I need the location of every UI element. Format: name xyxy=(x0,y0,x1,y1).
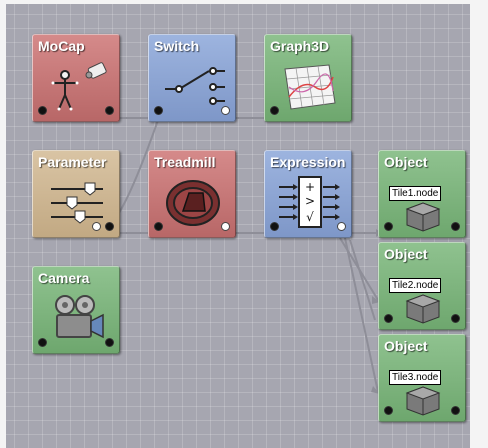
node-title: Object xyxy=(384,338,428,354)
cube-icon xyxy=(405,294,441,324)
output-port[interactable] xyxy=(451,222,460,231)
3d-graph-icon xyxy=(284,64,336,110)
svg-text:+: + xyxy=(305,180,315,194)
node-title: Camera xyxy=(38,270,90,286)
node-title: Expression xyxy=(270,154,346,170)
cube-icon xyxy=(405,386,441,416)
input-port[interactable] xyxy=(154,106,163,115)
node-camera[interactable]: Camera xyxy=(32,266,120,354)
output-port[interactable] xyxy=(105,338,114,347)
input-port[interactable] xyxy=(270,106,279,115)
svg-text:>: > xyxy=(305,194,315,208)
output-port[interactable] xyxy=(337,222,346,231)
output-port[interactable] xyxy=(451,314,460,323)
input-port[interactable] xyxy=(38,338,47,347)
expression-operator-icon: + > √ xyxy=(279,176,340,228)
node-title: Switch xyxy=(154,38,200,54)
node-object-3[interactable]: Object Tile3.node xyxy=(378,334,466,422)
node-title: Parameter xyxy=(38,154,107,170)
node-treadmill[interactable]: Treadmill xyxy=(148,150,236,238)
node-mocap[interactable]: MoCap xyxy=(32,34,120,122)
output-port[interactable] xyxy=(451,406,460,415)
output-port[interactable] xyxy=(105,222,114,231)
input-port[interactable] xyxy=(384,406,393,415)
input-port[interactable] xyxy=(270,222,279,231)
output-port[interactable] xyxy=(105,106,114,115)
node-object-2[interactable]: Object Tile2.node xyxy=(378,242,466,330)
node-graph-canvas[interactable]: MoCap Switch Graph3D Parameter Treadmill… xyxy=(0,0,488,448)
node-object-1[interactable]: Object Tile1.node xyxy=(378,150,466,238)
node-graph3d[interactable]: Graph3D xyxy=(264,34,352,122)
input-port[interactable] xyxy=(384,314,393,323)
node-title: Treadmill xyxy=(154,154,216,170)
input-port[interactable] xyxy=(38,106,47,115)
camera-icon xyxy=(55,295,104,339)
switch-lever-icon xyxy=(165,67,225,105)
output-port-2[interactable] xyxy=(92,222,101,231)
node-title: MoCap xyxy=(38,38,85,54)
input-port[interactable] xyxy=(384,222,393,231)
cube-icon xyxy=(405,202,441,232)
output-port[interactable] xyxy=(221,106,230,115)
node-expression[interactable]: Expression + > √ xyxy=(264,150,352,238)
output-port[interactable] xyxy=(221,222,230,231)
node-title: Graph3D xyxy=(270,38,330,54)
node-title: Object xyxy=(384,246,428,262)
treadmill-icon xyxy=(166,180,220,226)
svg-text:√: √ xyxy=(306,210,314,224)
node-switch[interactable]: Switch xyxy=(148,34,236,122)
input-port[interactable] xyxy=(154,222,163,231)
sliders-icon xyxy=(51,182,103,224)
node-title: Object xyxy=(384,154,428,170)
node-parameter[interactable]: Parameter xyxy=(32,150,120,238)
motion-capture-figure-icon xyxy=(51,62,107,111)
